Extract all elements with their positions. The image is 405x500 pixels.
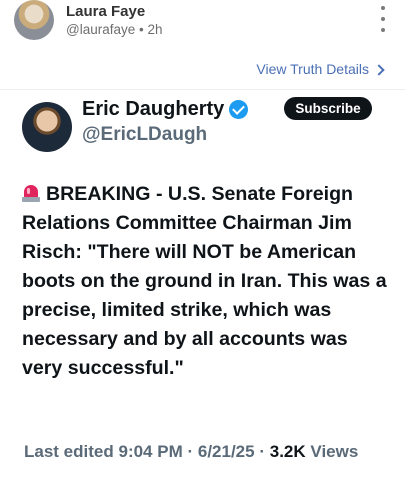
poster-meta: @laurafaye • 2h: [66, 22, 163, 37]
verified-badge-icon: [229, 100, 249, 119]
subscribe-button[interactable]: Subscribe: [284, 97, 372, 120]
rotating-light-icon: [22, 184, 40, 202]
poster-handle[interactable]: @laurafaye: [66, 22, 135, 37]
views-count: 3.2K: [269, 442, 306, 461]
author-handle[interactable]: @EricLDaugh: [82, 124, 207, 146]
post-footer: Last edited 9:04 PM · 6/21/25 · 3.2K Vie…: [24, 440, 364, 463]
view-truth-details-link[interactable]: View Truth Details: [256, 61, 385, 77]
meta-separator: •: [139, 22, 144, 37]
edited-time[interactable]: 9:04 PM: [118, 442, 182, 461]
footer-dot: ·: [187, 442, 194, 461]
post-text: BREAKING - U.S. Senate Foreign Relations…: [22, 183, 387, 379]
edited-date[interactable]: 6/21/25: [198, 442, 255, 461]
more-dot: [381, 6, 385, 10]
author-name: Eric Daugherty: [82, 98, 225, 120]
poster-name[interactable]: Laura Faye: [66, 3, 145, 20]
views-label: Views: [310, 442, 359, 461]
more-options-icon[interactable]: [378, 6, 388, 32]
author-avatar[interactable]: [22, 102, 72, 152]
more-dot: [381, 17, 385, 21]
edited-prefix: Last edited: [24, 442, 114, 461]
post-header: Laura Faye @laurafaye • 2h: [14, 0, 392, 40]
footer-dot: ·: [259, 442, 266, 461]
more-dot: [381, 28, 385, 32]
divider: [0, 89, 405, 90]
chevron-right-icon: [373, 63, 385, 76]
post-time[interactable]: 2h: [148, 22, 163, 37]
author-name-row[interactable]: Eric Daugherty: [82, 98, 249, 121]
post-body: BREAKING - U.S. Senate Foreign Relations…: [22, 180, 387, 383]
view-details-label: View Truth Details: [256, 61, 369, 77]
poster-avatar[interactable]: [14, 0, 54, 40]
